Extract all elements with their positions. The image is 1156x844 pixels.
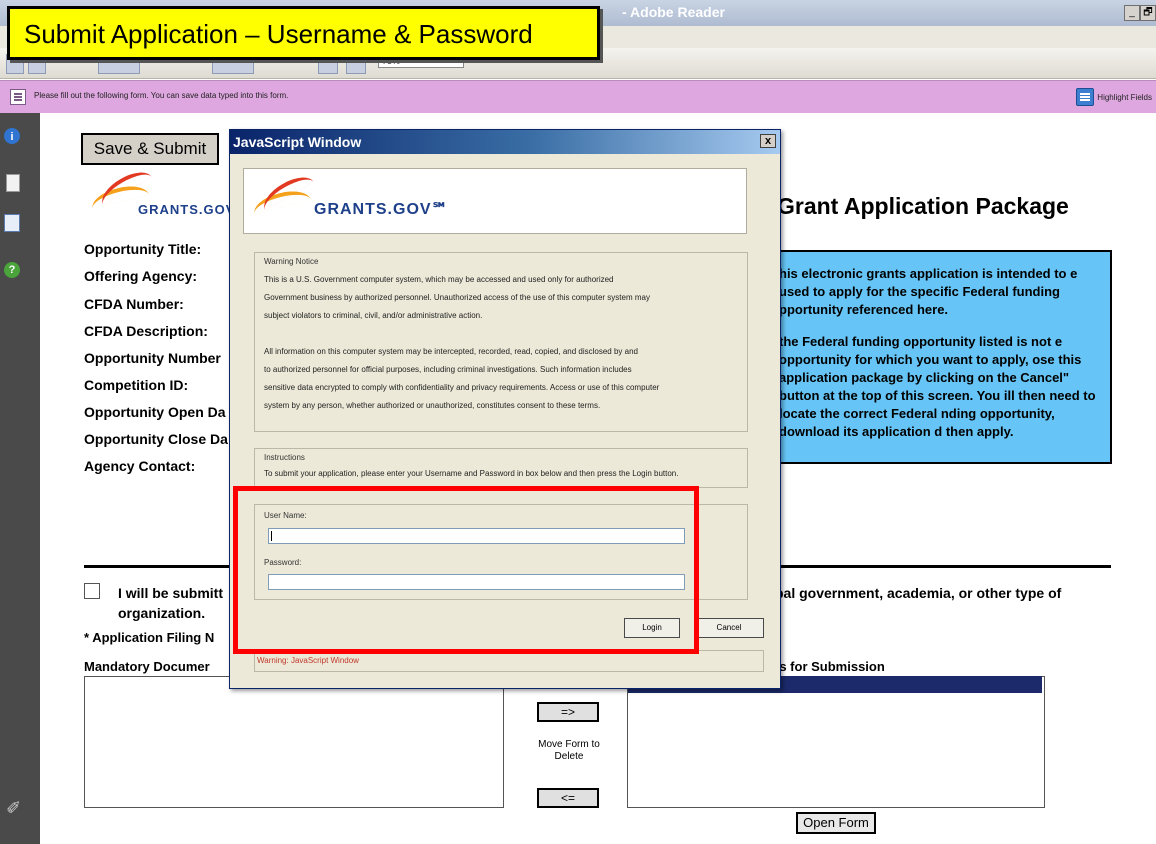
submission-documents-list[interactable] — [627, 676, 1045, 808]
dialog-status-text: Warning: JavaScript Window — [257, 656, 359, 665]
warning-line: subject violators to criminal, civil, an… — [264, 311, 483, 320]
move-left-button[interactable]: <= — [537, 788, 599, 808]
cfda-number-label: CFDA Number: — [84, 296, 184, 312]
highlight-fields-label: Highlight Fields — [1097, 92, 1152, 102]
restore-button[interactable]: 🗗 — [1140, 5, 1156, 21]
warning-line: sensitive data encrypted to comply with … — [264, 383, 660, 392]
cfda-description-label: CFDA Description: — [84, 323, 208, 339]
info-paragraph-2: the Federal funding opportunity listed i… — [779, 334, 1096, 439]
instructions-text: To submit your application, please enter… — [264, 469, 679, 478]
checkbox-text-left: I will be submitt — [118, 585, 224, 601]
instructions-label: Instructions — [264, 453, 305, 462]
warning-notice-label: Warning Notice — [264, 257, 319, 266]
dialog-logo-panel: GRANTS.GOV℠ — [243, 168, 747, 234]
move-right-button[interactable]: => — [537, 702, 599, 722]
form-message-text: Please fill out the following form. You … — [34, 91, 289, 100]
move-form-label: Move Form to Delete — [538, 739, 600, 762]
warning-line: to authorized personnel for official pur… — [264, 365, 632, 374]
instructions-group: Instructions To submit your application,… — [254, 448, 748, 488]
help-icon[interactable]: ? — [4, 262, 20, 278]
form-icon — [10, 89, 26, 105]
agency-contact-label: Agency Contact: — [84, 458, 196, 474]
warning-line: All information on this computer system … — [264, 347, 638, 356]
opportunity-title-label: Opportunity Title: — [84, 241, 202, 257]
slide-title-banner: Submit Application – Username & Password — [7, 6, 600, 60]
grants-logo: GRANTS.GOV — [89, 164, 240, 218]
opportunity-number-label: Opportunity Number — [84, 350, 221, 366]
competition-id-label: Competition ID: — [84, 377, 189, 393]
close-date-label: Opportunity Close Da — [84, 431, 228, 447]
logo-text: GRANTS.GOV — [138, 202, 236, 217]
submission-documents-label: ts for Submission — [775, 659, 885, 674]
attachment-icon[interactable]: ✐ — [6, 798, 24, 818]
dialog-titlebar: JavaScript Window x — [230, 130, 780, 154]
warning-notice-text: This is a U.S. Government computer syste… — [264, 271, 754, 415]
warning-line: system by any person, whether authorized… — [264, 401, 601, 410]
highlight-fields-button[interactable]: Highlight Fields — [1076, 88, 1152, 106]
pages-icon[interactable] — [6, 174, 20, 192]
app-title: - Adobe Reader — [622, 4, 725, 20]
warning-line: This is a U.S. Government computer syste… — [264, 275, 614, 284]
highlight-frame — [233, 486, 699, 654]
warning-line — [264, 325, 754, 343]
filing-name-label: * Application Filing N — [84, 630, 215, 645]
warning-notice-group: Warning Notice This is a U.S. Government… — [254, 252, 748, 432]
open-form-button[interactable]: Open Form — [796, 812, 876, 834]
checkbox-text-right: bal government, academia, or other type … — [775, 585, 1062, 601]
save-submit-button[interactable]: Save & Submit — [81, 133, 219, 165]
package-header: Grant Application Package — [777, 193, 1069, 219]
checkbox-text-line2: organization. — [118, 605, 206, 621]
mandatory-documents-list[interactable] — [84, 676, 504, 808]
warning-line: Government business by authorized person… — [264, 293, 650, 302]
dialog-grants-logo: GRANTS.GOV℠ — [251, 169, 452, 229]
offering-agency-label: Offering Agency: — [84, 268, 198, 284]
dialog-logo-text: GRANTS.GOV℠ — [314, 201, 449, 218]
open-date-label: Opportunity Open Da — [84, 404, 226, 420]
dialog-close-button[interactable]: x — [760, 134, 776, 148]
signatures-icon[interactable] — [4, 214, 20, 232]
info-icon[interactable]: i — [4, 128, 20, 144]
highlight-icon — [1076, 88, 1095, 106]
info-notice-box: his electronic grants application is int… — [767, 250, 1112, 464]
minimize-button[interactable]: _ — [1124, 5, 1140, 21]
dialog-title: JavaScript Window — [233, 134, 362, 150]
cancel-button[interactable]: Cancel — [694, 618, 764, 638]
info-paragraph-1: his electronic grants application is int… — [779, 266, 1078, 317]
mandatory-documents-label: Mandatory Documer — [84, 659, 210, 674]
form-message-bar: Please fill out the following form. You … — [0, 80, 1156, 114]
organization-checkbox[interactable] — [84, 583, 100, 599]
